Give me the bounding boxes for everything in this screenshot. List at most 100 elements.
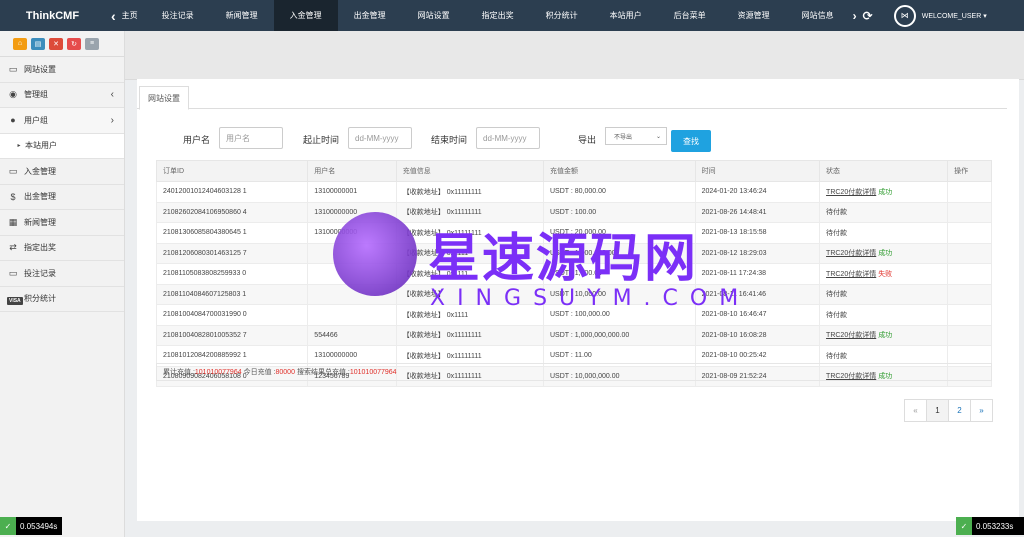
pagination-page[interactable]: 2 [948,399,971,422]
nav-item[interactable]: 网站设置 [402,0,466,31]
sidebar-item[interactable]: VISA 积分统计 [0,287,124,312]
nav-item[interactable]: 投注记录 [146,0,210,31]
content-header-band [125,31,1024,80]
sidebar-item[interactable]: ◉ 管理组 ‹ [0,83,124,108]
nav-item[interactable]: 本站用户 [594,0,658,31]
sidebar-item-label: 投注记录 [24,268,56,278]
nav-item[interactable]: 指定出奖 [466,0,530,31]
table-row[interactable]: 21081104084607125803 1 【收款地址】 USDT : 10,00… [155,283,992,305]
trash-icon[interactable]: ✕ [49,37,63,50]
cell-status: TRC20付款详情 成功 [819,324,949,346]
today-label: 今日充值 : [243,369,276,376]
cell-id: 24012001012404603128 1 [155,181,309,203]
main-content: 网站设置 用户名 用户名 起止时间 dd-MM-yyyy 结束时间 dd-MM-… [137,79,1019,521]
cell-id: 21081105083808259933 0 [155,263,309,285]
user-circle-icon: ◉ [9,89,17,100]
cell-amount: USDT : 100,000.00 [542,304,696,326]
sidebar: ⌂ ▤ ✕ ↻ ≡ ▭ 网站设置 ◉ 管理组 ‹ ● 用户组 › ▸ 本站用户 ▭ 入金管理 $ 出金管理 ▦ 新闻管… [0,31,125,537]
cell-action [947,181,992,203]
result-label: 搜索结果总充值 : [296,369,350,376]
sidebar-item-label: 新闻管理 [24,217,56,227]
table-row[interactable]: 21081004082801005352 7 554466 【收款地址】 0x111… [155,324,992,346]
nav-item[interactable]: 出金管理 [338,0,402,31]
dollar-icon: $ [10,191,16,202]
payment-detail-link[interactable]: TRC20付款详情 [826,332,876,339]
cell-user: 13100000001 [307,181,397,203]
cell-amount: USDT : 10,000.00 [542,283,696,305]
column-header: 状态 [819,160,949,182]
brand-logo[interactable]: ThinkCMF [0,0,105,31]
tab-site-settings[interactable]: 网站设置 [139,86,189,110]
status-text: 成功 [878,250,893,258]
nav-item[interactable]: 后台菜单 [658,0,722,31]
user-name[interactable]: WELCOME_USER ▾ [922,12,987,20]
top-navbar: ThinkCMF ‹ 主页 投注记录 新闻管理 入金管理 出金管理 网站设置 指定出奖 积分… [0,0,1024,31]
home-label[interactable]: 主页 [122,10,138,21]
cell-id: 21082602084106950860 4 [155,201,309,223]
start-date-input[interactable]: dd-MM-yyyy [348,127,412,149]
table-row[interactable]: 21081306085804380645 1 13100000000 【收款地址】 … [155,222,992,244]
chevron-right-icon[interactable]: › [853,9,857,23]
username-input[interactable]: 用户名 [219,127,283,149]
cell-time: 2021-08-11 16:41:46 [694,283,821,305]
cell-info: 【收款地址】 0x11111111 [395,181,544,203]
pagination-next[interactable]: » [970,399,993,422]
pagination-prev[interactable]: « [904,399,927,422]
sidebar-item[interactable]: ▦ 新闻管理 [0,210,124,236]
nav-item[interactable]: 网站信息 [786,0,850,31]
table-row[interactable]: 21081206080301463125 7 【收款地址】 0x1111 USDT … [155,242,992,264]
cell-status: 待付款 [819,201,949,223]
search-button[interactable]: 查找 [671,130,711,152]
table-row[interactable]: 21081004084700031990 0 【收款地址】 0x1111 USDT … [155,304,992,326]
column-header: 订单ID [155,160,309,182]
table-row[interactable]: 21082602084106950860 4 13100000000 【收款地址】 … [155,201,992,223]
nav-right: › ⟳ ⋈ WELCOME_USER ▾ [850,0,987,31]
pagination-page[interactable]: 1 [926,399,949,422]
payment-detail-link[interactable]: TRC20付款详情 [826,271,876,278]
sidebar-item[interactable]: ● 用户组 › [0,108,124,134]
payment-detail-link[interactable]: TRC20付款详情 [826,189,876,196]
sidebar-item[interactable]: ▸ 本站用户 [0,133,124,159]
cell-time: 2024-01-20 13:46:24 [694,181,821,203]
export-label: 导出 [578,135,597,145]
user-menu[interactable]: ⋈ WELCOME_USER ▾ [893,4,987,27]
nav-item[interactable]: 资源管理 [722,0,786,31]
sidebar-item[interactable]: ▭ 网站设置 [0,57,124,83]
export-select[interactable]: 不导出 ⌄ [605,127,667,145]
status-text: 待付款 [826,311,848,319]
leaf-icon: ✓ [956,517,972,535]
total-label: 累计充值 : [163,369,195,376]
exchange-icon: ⇄ [9,242,17,253]
table-row[interactable]: 21081105083808259933 0 【收款地址】 0x1111 USDT … [155,263,992,285]
payment-detail-link[interactable]: TRC20付款详情 [826,250,876,257]
cell-status: 待付款 [819,304,949,326]
result-value: 101010077964 [349,368,397,376]
sidebar-item[interactable]: ⇄ 指定出奖 [0,236,124,261]
end-date-input[interactable]: dd-MM-yyyy [476,127,540,149]
cell-id: 21081306085804380645 1 [155,222,309,244]
refresh-icon[interactable]: ⟳ [863,9,873,23]
file-icon[interactable]: ▤ [31,37,45,50]
nav-item[interactable]: 积分统计 [530,0,594,31]
today-value: 80000 [275,368,295,376]
sidebar-item[interactable]: ▭ 投注记录 [0,261,124,287]
status-text: 待付款 [826,352,848,360]
refresh-icon[interactable]: ↻ [67,37,81,50]
sidebar-item[interactable]: $ 出金管理 [0,185,124,210]
list-icon[interactable]: ≡ [85,37,99,50]
timer-right: ✓ 0.053233s [956,517,1024,535]
cell-status: 待付款 [819,222,949,244]
home-icon[interactable]: ⌂ [13,37,27,50]
sidebar-item-label: 指定出奖 [24,243,56,253]
table-row[interactable]: 24012001012404603128 1 13100000001 【收款地址】 … [155,181,992,203]
nav-item[interactable]: 入金管理 [273,0,338,31]
cell-status: TRC20付款详情 成功 [819,181,949,203]
sidebar-item[interactable]: ▭ 入金管理 [0,159,124,185]
share-icon: ⋈ [893,4,916,27]
cell-info: 【收款地址】 0x1111 [395,242,544,264]
cell-info: 【收款地址】 0x11111111 [395,201,544,223]
home-link[interactable]: ‹ 主页 [105,0,146,31]
nav-item[interactable]: 新闻管理 [210,0,274,31]
chevron-left-icon[interactable]: ‹ [111,8,116,24]
cell-user [307,263,397,285]
